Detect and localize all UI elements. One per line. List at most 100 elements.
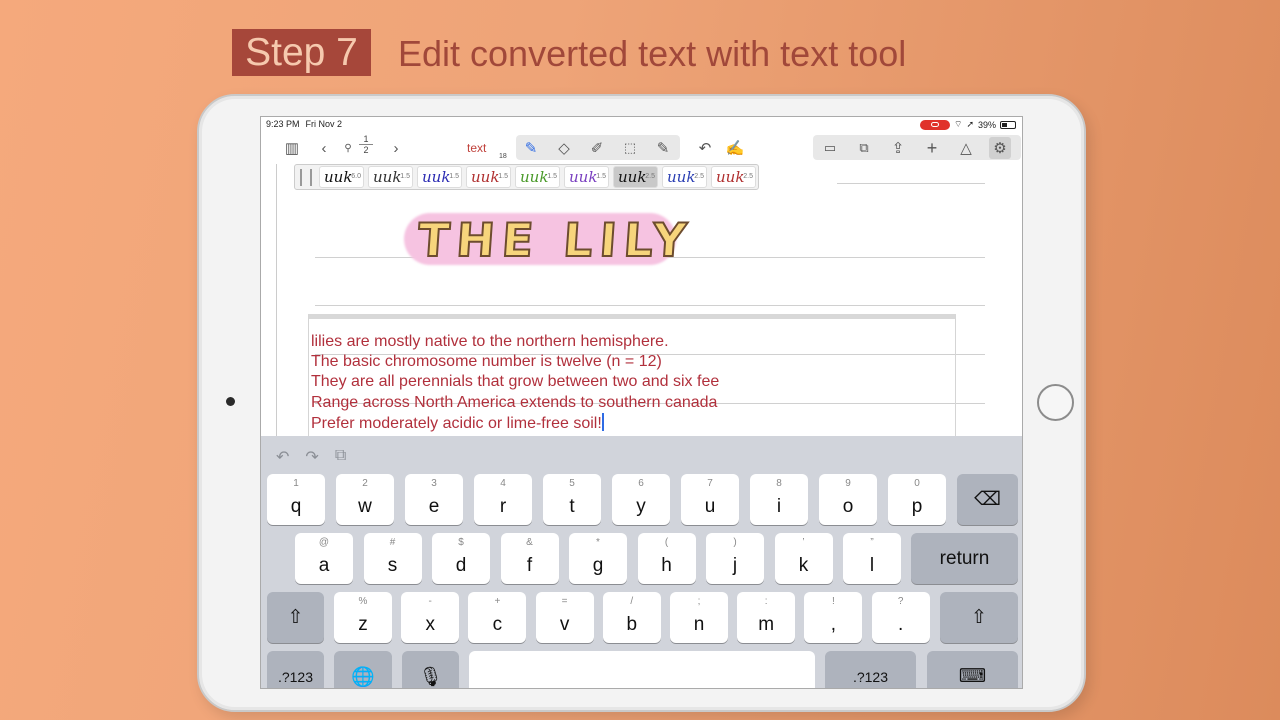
note-heading: THE LILY (415, 212, 696, 268)
key-label: x (425, 613, 435, 635)
pen-preset[interactable]: uuk 2.5 (711, 166, 756, 188)
key-b[interactable]: / b (602, 592, 661, 643)
pen-preset[interactable]: uuk 2.5 (662, 166, 707, 188)
space-key[interactable] (469, 651, 815, 688)
key-t[interactable]: 5t (543, 474, 601, 525)
key-label: a (318, 554, 330, 576)
key-q[interactable]: 1q (267, 474, 325, 525)
key-hint: $ (458, 537, 464, 548)
pen-preset[interactable]: uuk 1.5 (368, 166, 413, 188)
toolbar: ▥ ‹ ⚲ 1 2 › text 18 ✎ ◇ ✐ ⬚ ✎ ↶ ✍ ▭ ⧉ ⇪ … (261, 131, 1022, 164)
redo-icon[interactable]: ↷ (305, 447, 318, 467)
drag-handle[interactable] (300, 169, 312, 186)
pen-preset-selected[interactable]: uuk 2.5 (613, 166, 658, 188)
undo-icon[interactable]: ↶ (694, 137, 716, 159)
text-label[interactable]: text (467, 141, 486, 155)
ipad-screen: 9:23 PM Fri Nov 2 ⌔ ➚ 39% ▥ ‹ ⚲ 1 2 › te… (260, 116, 1023, 689)
text-line: The basic chromosome number is twelve (n… (311, 353, 662, 371)
back-icon[interactable]: ‹ (313, 137, 335, 159)
numbers-key[interactable]: .?123 (825, 651, 916, 688)
key-hint: 3 (431, 478, 437, 489)
marker-icon[interactable]: ✎ (652, 137, 674, 159)
shift-key[interactable]: ⇧ (267, 592, 324, 643)
shift-key[interactable]: ⇧ (940, 592, 1018, 643)
return-key[interactable]: return (911, 533, 1018, 584)
key-p[interactable]: 0p (888, 474, 946, 525)
dictation-key[interactable]: 🎙 (402, 651, 459, 688)
key-label: 🌐 (351, 666, 375, 688)
key-k[interactable]: ’ k (774, 533, 833, 584)
key-hint: 5 (569, 478, 575, 489)
laser-pointer-icon[interactable]: ✍ (724, 137, 746, 159)
home-button[interactable] (1037, 384, 1074, 421)
text-box-content[interactable]: lilies are mostly native to the northern… (311, 332, 719, 434)
undo-icon[interactable]: ↶ (276, 447, 289, 467)
pen-glyph: uuk (471, 168, 500, 186)
pen-preset[interactable]: uuk 1.5 (417, 166, 462, 188)
pen-preset[interactable]: uuk 6.0 (319, 166, 364, 188)
pen-preset[interactable]: uuk 1.5 (515, 166, 560, 188)
delete-key[interactable]: ⌫ (957, 474, 1018, 525)
key-i[interactable]: 8i (750, 474, 808, 525)
key-s[interactable]: # s (363, 533, 422, 584)
pen-icon[interactable]: ✎ (520, 137, 542, 159)
highlighter-icon[interactable]: ✐ (586, 137, 608, 159)
key-label: .?123 (852, 668, 889, 685)
key-hint: % (358, 596, 368, 607)
share-icon[interactable]: ⇪ (887, 137, 909, 159)
hide-keyboard-key[interactable]: ⌨ (927, 651, 1018, 688)
shapes-icon[interactable]: △ (955, 137, 977, 159)
key-hint: ” (870, 537, 874, 548)
key-x[interactable]: -x (401, 592, 460, 643)
lasso-icon[interactable]: ⬚ (619, 137, 641, 159)
forward-icon[interactable]: › (385, 137, 407, 159)
page-indicator[interactable]: 1 2 (359, 134, 373, 155)
key-r[interactable]: 4r (474, 474, 532, 525)
key-d[interactable]: $ d (432, 533, 490, 584)
key-u[interactable]: 7u (681, 474, 739, 525)
key-label: c (492, 613, 503, 635)
settings-icon[interactable]: ⚙ (989, 137, 1011, 159)
key-hint: ) (733, 537, 737, 548)
add-page-icon[interactable]: ▭ (819, 137, 841, 159)
key-label: q (290, 495, 302, 517)
step-badge: Step 7 (232, 29, 371, 76)
templates-icon[interactable]: ⧉ (853, 137, 875, 159)
library-icon[interactable]: ▥ (281, 137, 303, 159)
page-total: 2 (359, 144, 373, 155)
key-label: h (661, 554, 672, 576)
key-a[interactable]: @ a (295, 533, 353, 584)
key-h[interactable]: (h (637, 533, 696, 584)
globe-key[interactable]: 🌐 (334, 651, 392, 688)
key-w[interactable]: 2w (336, 474, 394, 525)
pen-width: 1.5 (498, 173, 508, 180)
key-v[interactable]: = v (535, 592, 594, 643)
key-n[interactable]: ; n (670, 592, 728, 643)
pen-glyph: uuk (520, 168, 549, 186)
page-current: 1 (363, 134, 369, 144)
key-o[interactable]: 9o (819, 474, 877, 525)
key-f[interactable]: & f (500, 533, 559, 584)
add-icon[interactable]: + (921, 137, 943, 159)
pen-preset[interactable]: uuk 1.5 (466, 166, 511, 188)
key-g[interactable]: * g (569, 533, 627, 584)
key-comma[interactable]: !, (804, 592, 863, 643)
key-l[interactable]: ” l (843, 533, 901, 584)
key-y[interactable]: 6y (612, 474, 670, 525)
key-hint: ! (832, 596, 835, 607)
key-c[interactable]: + c (468, 592, 527, 643)
key-m[interactable]: :m (737, 592, 796, 643)
pen-glyph: uuk (422, 168, 451, 186)
key-hint: 2 (362, 478, 368, 489)
key-j[interactable]: ) j (706, 533, 764, 584)
key-label: ⌫ (974, 489, 1001, 510)
key-hint: ’ (802, 537, 805, 548)
key-z[interactable]: % z (334, 592, 392, 643)
eraser-icon[interactable]: ◇ (553, 137, 575, 159)
key-e[interactable]: 3e (405, 474, 463, 525)
search-icon[interactable]: ⚲ (337, 137, 359, 159)
numbers-key[interactable]: .?123 (267, 651, 324, 688)
paste-icon[interactable]: ⧉ (335, 447, 346, 467)
pen-preset[interactable]: uuk 1.5 (564, 166, 609, 188)
key-period[interactable]: ?. (871, 592, 930, 643)
